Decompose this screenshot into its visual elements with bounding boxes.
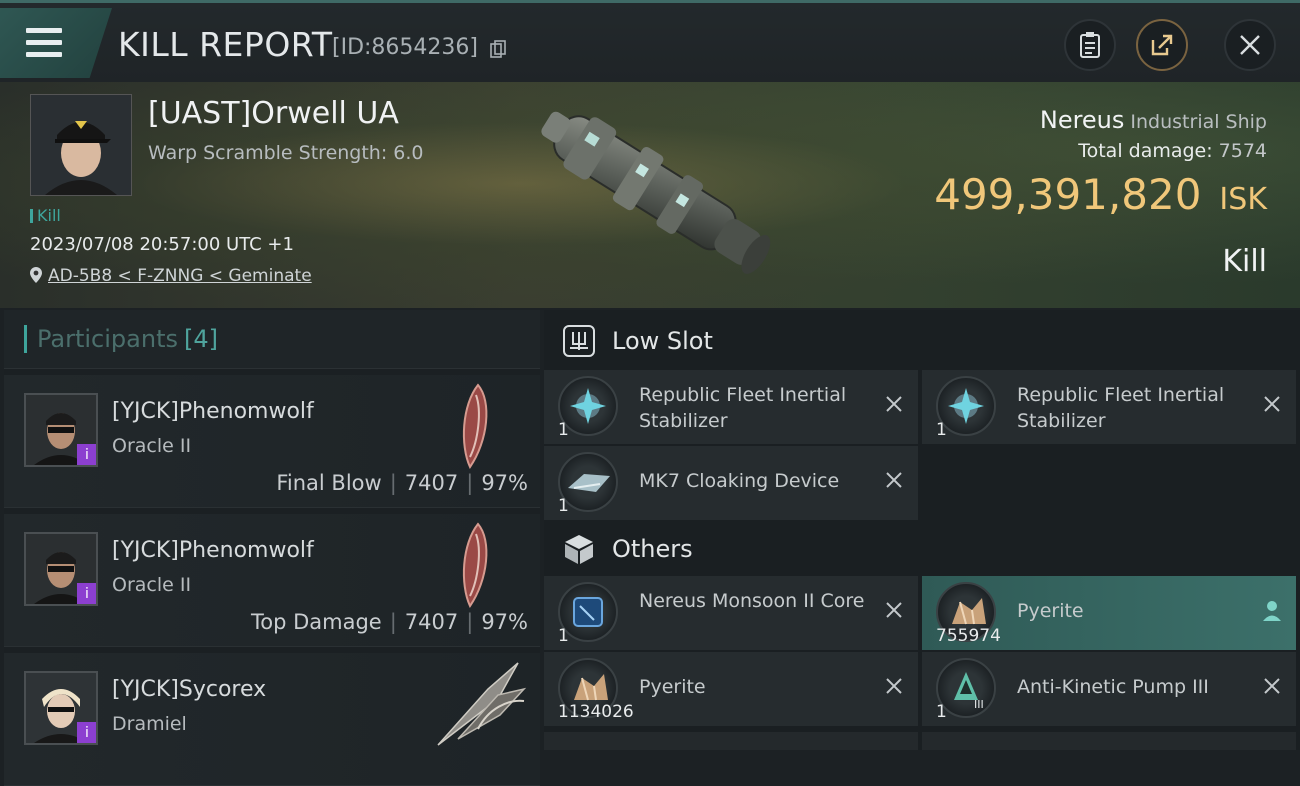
low-slot-icon xyxy=(563,325,595,357)
location-link[interactable]: AD-5B8 < F-ZNNG < Geminate xyxy=(48,266,312,286)
module-item[interactable]: 1 Republic Fleet Inertial Stabilizer xyxy=(922,370,1296,444)
participant-name: [YJCK]Sycorex xyxy=(112,677,267,702)
destroyed-x-icon xyxy=(886,396,902,412)
close-icon xyxy=(1240,35,1260,55)
next-item-row xyxy=(544,732,918,750)
item-name: Anti-Kinetic Pump III xyxy=(1017,676,1209,698)
header-accent xyxy=(24,325,27,353)
victim-banner: [UAST]Orwell UA Warp Scramble Strength: … xyxy=(0,82,1300,308)
share-button[interactable] xyxy=(1136,19,1188,71)
page-title: KILL REPORT xyxy=(118,25,333,64)
security-badge: i xyxy=(77,722,96,743)
low-slot-header: Low Slot xyxy=(544,310,1300,372)
fitting-panel: Low Slot 1 Republic Fleet Inertial Stabi… xyxy=(544,310,1300,750)
participants-count: [4] xyxy=(183,325,218,353)
participant-stats: Top Damage | 7407 | 97% xyxy=(250,610,528,634)
person-icon[interactable] xyxy=(1262,600,1282,622)
location-pin-icon xyxy=(30,267,42,283)
module-item[interactable]: 1 MK7 Cloaking Device xyxy=(544,446,918,520)
item-row[interactable]: 1 Nereus Monsoon II Core xyxy=(544,576,918,650)
avatar: i xyxy=(24,393,98,467)
module-name: MK7 Cloaking Device xyxy=(639,470,840,492)
isk-unit: ISK xyxy=(1219,182,1267,217)
destroyed-x-icon xyxy=(1264,396,1280,412)
next-item-row xyxy=(922,732,1296,750)
kill-id: [ID:8654236] xyxy=(332,35,478,60)
share-icon xyxy=(1151,34,1173,56)
victim-name[interactable]: [UAST]Orwell UA xyxy=(148,96,399,131)
participant-ship: Dramiel xyxy=(112,713,187,735)
module-item[interactable]: 1 Republic Fleet Inertial Stabilizer xyxy=(544,370,918,444)
kill-datetime: 2023/07/08 20:57:00 UTC +1 xyxy=(30,234,294,255)
participants-label: Participants xyxy=(37,325,178,353)
participant-stats: Final Blow | 7407 | 97% xyxy=(276,471,528,495)
avatar: i xyxy=(24,671,98,745)
participant-name: [YJCK]Phenomwolf xyxy=(112,538,314,563)
ship-name[interactable]: Nereus Industrial Ship xyxy=(1040,106,1267,134)
participant-ship: Oracle II xyxy=(112,435,192,457)
security-badge: i xyxy=(77,583,96,604)
module-name: Republic Fleet Inertial Stabilizer xyxy=(1017,384,1225,432)
top-bar: KILL REPORT [ID:8654236] xyxy=(0,0,1300,82)
participants-header: Participants [4] xyxy=(4,310,540,369)
item-row[interactable]: 755974 Pyerite xyxy=(922,576,1296,650)
participants-panel: Participants [4] i [YJCK]Phenomwolf Orac… xyxy=(4,310,540,786)
destroyed-x-icon xyxy=(1264,678,1280,694)
others-header: Others xyxy=(544,518,1300,580)
module-name: Republic Fleet Inertial Stabilizer xyxy=(639,384,847,432)
kill-tag: Kill xyxy=(30,206,61,225)
security-badge: i xyxy=(77,444,96,465)
copy-icon[interactable] xyxy=(490,40,506,58)
clipboard-icon xyxy=(1080,32,1100,58)
cargo-box-icon xyxy=(565,535,593,564)
participant-card[interactable]: i [YJCK]Phenomwolf Oracle II Top Damage |… xyxy=(4,514,540,647)
menu-button[interactable] xyxy=(0,8,112,78)
item-row[interactable]: 1134026 Pyerite xyxy=(544,652,918,726)
item-name: Pyerite xyxy=(639,676,706,698)
total-damage: Total damage: 7574 xyxy=(1078,140,1267,162)
item-name: Pyerite xyxy=(1017,600,1084,622)
ship-image xyxy=(541,111,771,274)
dramiel-ship-icon xyxy=(437,662,527,746)
close-button[interactable] xyxy=(1224,19,1276,71)
victim-portrait[interactable] xyxy=(30,94,132,196)
avatar: i xyxy=(24,532,98,606)
kill-location[interactable]: AD-5B8 < F-ZNNG < Geminate xyxy=(30,266,312,286)
svg-text:III: III xyxy=(974,698,984,711)
destroyed-x-icon xyxy=(886,678,902,694)
participant-name: [YJCK]Phenomwolf xyxy=(112,399,314,424)
oracle-ship-icon xyxy=(462,383,488,470)
kill-result: Kill xyxy=(1222,244,1267,279)
item-row[interactable]: III 1 Anti-Kinetic Pump III xyxy=(922,652,1296,726)
clipboard-button[interactable] xyxy=(1064,19,1116,71)
isk-value: 499,391,820 ISK xyxy=(934,170,1267,219)
ship-class: Industrial Ship xyxy=(1130,111,1267,133)
oracle-ship-icon xyxy=(462,522,488,609)
participant-card[interactable]: i [YJCK]Phenomwolf Oracle II Final Blow |… xyxy=(4,375,540,508)
participant-card[interactable]: i [YJCK]Sycorex Dramiel xyxy=(4,653,540,786)
warp-scramble-strength: Warp Scramble Strength: 6.0 xyxy=(148,142,424,164)
menu-icon xyxy=(26,28,62,58)
total-damage-value: 7574 xyxy=(1218,140,1267,162)
destroyed-x-icon xyxy=(886,472,902,488)
destroyed-x-icon xyxy=(886,602,902,618)
item-name: Nereus Monsoon II Core xyxy=(639,590,865,612)
participant-ship: Oracle II xyxy=(112,574,192,596)
